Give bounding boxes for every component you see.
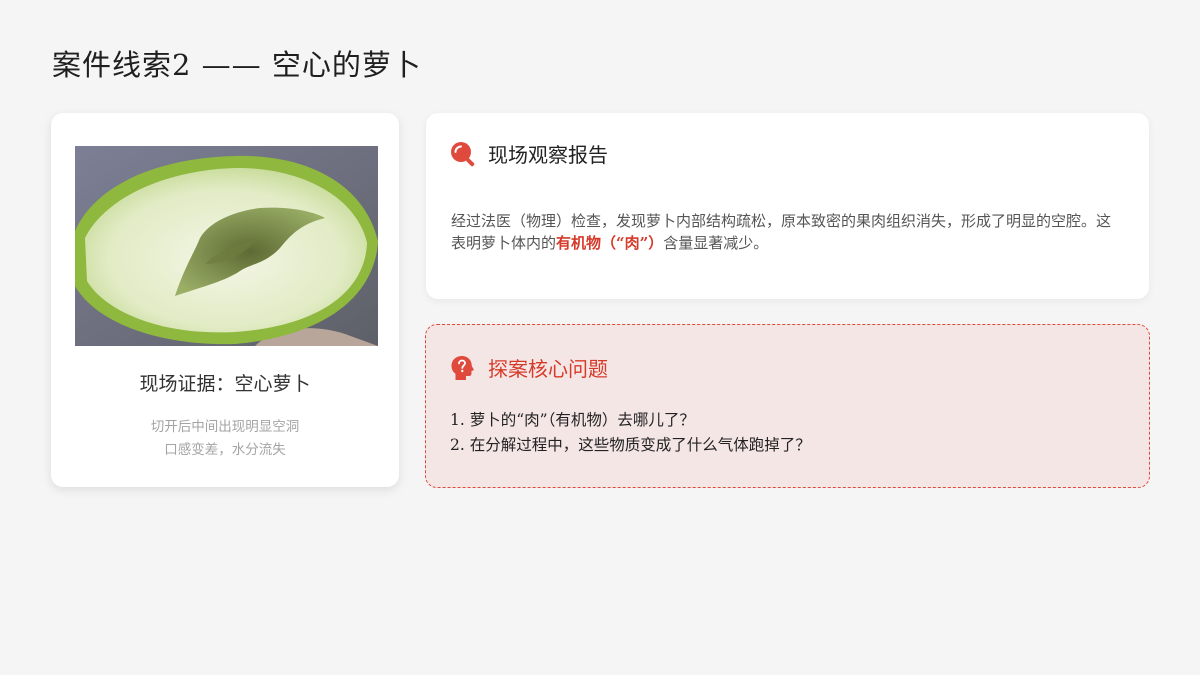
radish-photo	[75, 146, 378, 346]
report-highlight: 有机物（“肉”）	[556, 234, 664, 252]
page-title: 案件线索2 —— 空心的萝卜	[52, 48, 422, 82]
question-heading: 探案核心问题	[488, 357, 608, 381]
magnifier-icon	[450, 141, 476, 167]
question-list: 1. 萝卜的“肉”（有机物）去哪儿了？ 2. 在分解过程中，这些物质变成了什么气…	[450, 408, 811, 458]
question-item: 1. 萝卜的“肉”（有机物）去哪儿了？	[450, 411, 695, 429]
question-head-icon	[450, 355, 476, 381]
evidence-description: 切开后中间出现明显空洞 口感变差，水分流失	[51, 416, 399, 462]
evidence-title: 现场证据：空心萝卜	[139, 373, 311, 395]
observation-report-card: 现场观察报告 经过法医（物理）检查，发现萝卜内部结构疏松，原本致密的果肉组织消失…	[426, 113, 1149, 299]
report-text-end: 含量显著减少。	[663, 234, 769, 252]
report-body: 经过法医（物理）检查，发现萝卜内部结构疏松，原本致密的果肉组织消失，形成了明显的…	[451, 210, 1119, 254]
question-item: 2. 在分解过程中，这些物质变成了什么气体跑掉了？	[450, 436, 811, 454]
evidence-desc-line: 口感变差，水分流失	[164, 442, 286, 458]
report-heading: 现场观察报告	[488, 143, 608, 167]
evidence-desc-line: 切开后中间出现明显空洞	[150, 419, 300, 435]
core-question-card: 探案核心问题 1. 萝卜的“肉”（有机物）去哪儿了？ 2. 在分解过程中，这些物…	[425, 324, 1150, 488]
evidence-card: 现场证据：空心萝卜 切开后中间出现明显空洞 口感变差，水分流失	[51, 113, 399, 487]
report-text: 经过法医（物理）检查，发现萝卜内部结构疏松，原本致密的果肉组织消失，形成了明显的…	[451, 212, 1112, 252]
question-header: 探案核心问题	[450, 353, 608, 382]
report-header: 现场观察报告	[450, 139, 608, 168]
